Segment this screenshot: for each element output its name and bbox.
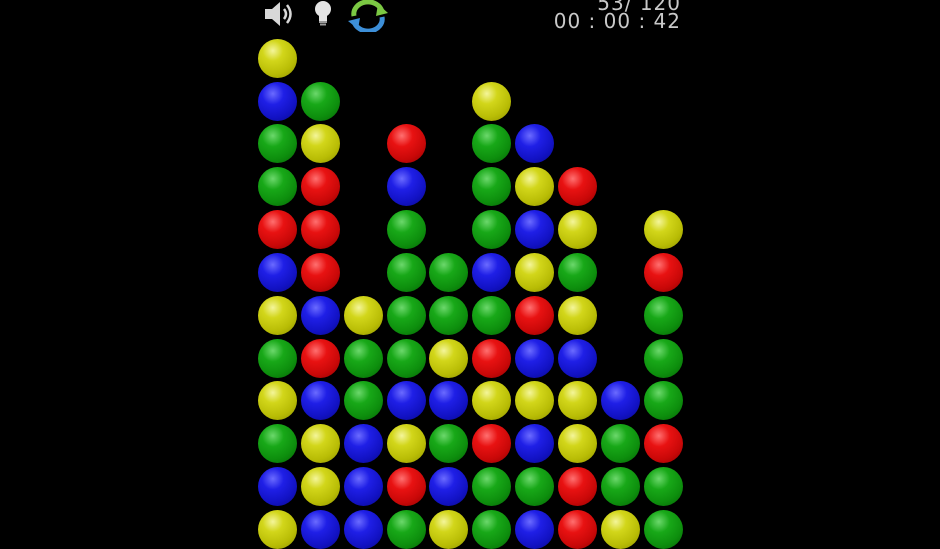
yellow-ball[interactable] <box>472 381 512 421</box>
green-ball[interactable] <box>386 510 426 549</box>
green-ball[interactable] <box>386 210 426 250</box>
yellow-ball[interactable] <box>300 124 340 164</box>
red-ball[interactable] <box>643 424 683 464</box>
yellow-ball[interactable] <box>557 381 597 421</box>
green-ball[interactable] <box>643 338 683 378</box>
green-ball[interactable] <box>643 510 683 549</box>
blue-ball[interactable] <box>258 467 297 507</box>
yellow-ball[interactable] <box>386 424 426 464</box>
blue-ball[interactable] <box>300 510 340 549</box>
yellow-ball[interactable] <box>557 295 597 335</box>
green-ball[interactable] <box>429 295 469 335</box>
yellow-ball[interactable] <box>472 81 512 121</box>
green-ball[interactable] <box>643 295 683 335</box>
green-ball[interactable] <box>343 381 383 421</box>
red-ball[interactable] <box>557 167 597 207</box>
yellow-ball[interactable] <box>258 38 297 78</box>
green-ball[interactable] <box>386 252 426 292</box>
blue-ball[interactable] <box>600 381 640 421</box>
yellow-ball[interactable] <box>643 210 683 250</box>
green-ball[interactable] <box>643 467 683 507</box>
refresh-icon[interactable] <box>346 0 388 32</box>
yellow-ball[interactable] <box>515 167 555 207</box>
yellow-ball[interactable] <box>343 295 383 335</box>
yellow-ball[interactable] <box>258 510 297 549</box>
green-ball[interactable] <box>472 510 512 549</box>
green-ball[interactable] <box>472 295 512 335</box>
red-ball[interactable] <box>557 467 597 507</box>
green-ball[interactable] <box>386 295 426 335</box>
green-ball[interactable] <box>429 424 469 464</box>
yellow-ball[interactable] <box>429 338 469 378</box>
blue-ball[interactable] <box>258 81 297 121</box>
red-ball[interactable] <box>300 252 340 292</box>
blue-ball[interactable] <box>557 338 597 378</box>
blue-ball[interactable] <box>429 381 469 421</box>
green-ball[interactable] <box>300 81 340 121</box>
yellow-ball[interactable] <box>300 467 340 507</box>
red-ball[interactable] <box>300 167 340 207</box>
red-ball[interactable] <box>258 210 297 250</box>
yellow-ball[interactable] <box>429 510 469 549</box>
blue-ball[interactable] <box>386 381 426 421</box>
speaker-icon[interactable] <box>262 0 298 30</box>
blue-ball[interactable] <box>515 424 555 464</box>
green-ball[interactable] <box>258 424 297 464</box>
yellow-ball[interactable] <box>515 381 555 421</box>
green-ball[interactable] <box>429 252 469 292</box>
red-ball[interactable] <box>643 252 683 292</box>
yellow-ball[interactable] <box>557 424 597 464</box>
green-ball[interactable] <box>472 167 512 207</box>
yellow-ball[interactable] <box>557 210 597 250</box>
game-timer: 00 : 00 : 42 <box>553 9 681 33</box>
blue-ball[interactable] <box>515 510 555 549</box>
red-ball[interactable] <box>386 467 426 507</box>
green-ball[interactable] <box>258 124 297 164</box>
blue-ball[interactable] <box>515 124 555 164</box>
lightbulb-icon[interactable] <box>308 0 344 30</box>
green-ball[interactable] <box>472 124 512 164</box>
green-ball[interactable] <box>343 338 383 378</box>
green-ball[interactable] <box>472 210 512 250</box>
green-ball[interactable] <box>557 252 597 292</box>
red-ball[interactable] <box>300 338 340 378</box>
blue-ball[interactable] <box>343 467 383 507</box>
blue-ball[interactable] <box>472 252 512 292</box>
red-ball[interactable] <box>386 124 426 164</box>
toolbar <box>262 0 402 32</box>
yellow-ball[interactable] <box>258 381 297 421</box>
yellow-ball[interactable] <box>515 252 555 292</box>
red-ball[interactable] <box>472 424 512 464</box>
green-ball[interactable] <box>258 167 297 207</box>
red-ball[interactable] <box>472 338 512 378</box>
green-ball[interactable] <box>386 338 426 378</box>
red-ball[interactable] <box>515 295 555 335</box>
blue-ball[interactable] <box>515 210 555 250</box>
green-ball[interactable] <box>600 467 640 507</box>
blue-ball[interactable] <box>429 467 469 507</box>
blue-ball[interactable] <box>515 338 555 378</box>
blue-ball[interactable] <box>300 381 340 421</box>
blue-ball[interactable] <box>343 424 383 464</box>
red-ball[interactable] <box>557 510 597 549</box>
green-ball[interactable] <box>643 381 683 421</box>
blue-ball[interactable] <box>386 167 426 207</box>
yellow-ball[interactable] <box>258 295 297 335</box>
blue-ball[interactable] <box>300 295 340 335</box>
game-board <box>0 0 940 549</box>
green-ball[interactable] <box>600 424 640 464</box>
red-ball[interactable] <box>300 210 340 250</box>
blue-ball[interactable] <box>343 510 383 549</box>
blue-ball[interactable] <box>258 252 297 292</box>
yellow-ball[interactable] <box>300 424 340 464</box>
yellow-ball[interactable] <box>600 510 640 549</box>
green-ball[interactable] <box>515 467 555 507</box>
green-ball[interactable] <box>472 467 512 507</box>
green-ball[interactable] <box>258 338 297 378</box>
